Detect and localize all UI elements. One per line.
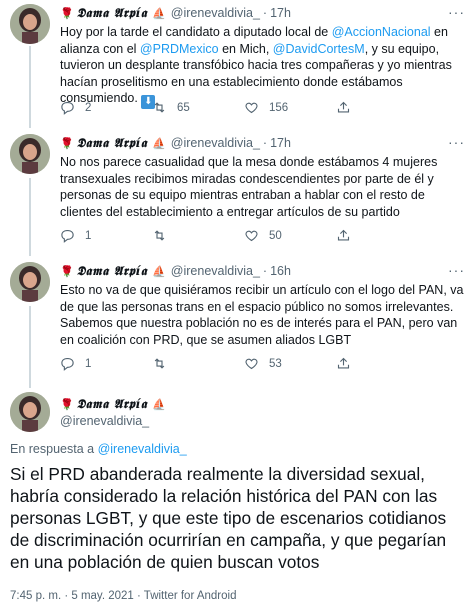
tweet-actions: 2 65 156 [60, 100, 440, 115]
thread-tweet-2[interactable]: 🌹 𝕯𝖆𝖒𝖆 𝕬𝖗𝖕í𝖆 ⛵ @irenevaldivia_ · 17h ···… [0, 134, 475, 258]
tweet-text: No nos parece casualidad que la mesa don… [60, 155, 438, 219]
main-tweet-text: Si el PRD abanderada realmente la divers… [10, 464, 447, 572]
reply-count: 2 [85, 101, 92, 114]
display-name[interactable]: 𝕯𝖆𝖒𝖆 𝕬𝖗𝖕í𝖆 [77, 135, 147, 151]
share-icon [337, 357, 350, 369]
like-button[interactable]: 53 [244, 356, 336, 371]
rose-icon: 🌹 [60, 137, 74, 150]
avatar[interactable] [10, 134, 50, 174]
share-icon [337, 101, 350, 113]
tweet-time[interactable]: 17h [270, 136, 291, 150]
reply-button[interactable]: 2 [60, 100, 152, 115]
like-count: 50 [269, 229, 282, 242]
display-name[interactable]: 𝕯𝖆𝖒𝖆 𝕬𝖗𝖕í𝖆 [77, 263, 147, 279]
reply-icon [61, 357, 74, 371]
like-count: 53 [269, 357, 282, 370]
text-segment: Hoy por la tarde el candidato a diputado… [60, 25, 332, 39]
mention-link[interactable]: @AccionNacional [332, 25, 431, 39]
sailboat-icon: ⛵ [152, 398, 166, 411]
reply-icon [61, 101, 74, 115]
tweet-thread: 🌹 𝕯𝖆𝖒𝖆 𝕬𝖗𝖕í𝖆 ⛵ @irenevaldivia_ · 17h ···… [0, 0, 475, 609]
avatar[interactable] [10, 4, 50, 44]
more-options-icon[interactable]: ··· [448, 134, 465, 150]
rose-icon: 🌹 [60, 265, 74, 278]
like-button[interactable]: 156 [244, 100, 336, 115]
retweet-icon [154, 102, 165, 113]
reply-button[interactable]: 1 [60, 356, 152, 371]
avatar[interactable] [10, 392, 50, 432]
reply-button[interactable]: 1 [60, 228, 152, 243]
display-name[interactable]: 𝕯𝖆𝖒𝖆 𝕬𝖗𝖕í𝖆 [77, 5, 147, 21]
reply-to-mention[interactable]: @irenevaldivia_ [98, 442, 187, 456]
heart-icon [245, 358, 258, 370]
tweet-text: Hoy por la tarde el candidato a diputado… [60, 24, 465, 109]
tweet-time[interactable]: 17h [270, 6, 291, 20]
handle[interactable]: @irenevaldivia_ [60, 414, 171, 428]
main-name-line: 🌹 𝕯𝖆𝖒𝖆 𝕬𝖗𝖕í𝖆 ⛵ [60, 395, 171, 413]
tweet-actions: 1 50 [60, 228, 440, 243]
tweet-actions: 1 53 [60, 356, 440, 371]
reply-to-line: En respuesta a @irenevaldivia_ [10, 442, 187, 456]
tweet-header: 🌹 𝕯𝖆𝖒𝖆 𝕬𝖗𝖕í𝖆 ⛵ @irenevaldivia_ · 16h [60, 262, 465, 280]
separator-dot: · [262, 136, 268, 150]
share-button[interactable] [336, 100, 428, 115]
display-name[interactable]: 𝕯𝖆𝖒𝖆 𝕬𝖗𝖕í𝖆 [77, 396, 147, 412]
retweet-button[interactable] [152, 356, 244, 371]
rose-icon: 🌹 [60, 7, 74, 20]
avatar[interactable] [10, 262, 50, 302]
reply-icon [61, 229, 74, 243]
text-segment: en Mich, [218, 41, 273, 56]
reply-count: 1 [85, 229, 92, 242]
thread-tweet-3[interactable]: 🌹 𝕯𝖆𝖒𝖆 𝕬𝖗𝖕í𝖆 ⛵ @irenevaldivia_ · 16h ···… [0, 262, 475, 386]
reply-count: 1 [85, 357, 92, 370]
tweet-header: 🌹 𝕯𝖆𝖒𝖆 𝕬𝖗𝖕í𝖆 ⛵ @irenevaldivia_ · 17h [60, 134, 465, 152]
separator-dot: · [262, 6, 268, 20]
share-button[interactable] [336, 356, 428, 371]
handle[interactable]: @irenevaldivia_ [171, 136, 260, 150]
retweet-icon [154, 358, 165, 369]
retweet-count: 65 [177, 101, 190, 114]
reply-to-prefix: En respuesta a [10, 442, 98, 456]
tweet-timestamp[interactable]: 7:45 p. m. · 5 may. 2021 · Twitter for A… [10, 590, 237, 602]
main-tweet-header: 🌹 𝕯𝖆𝖒𝖆 𝕬𝖗𝖕í𝖆 ⛵ @irenevaldivia_ [0, 392, 475, 442]
handle[interactable]: @irenevaldivia_ [171, 264, 260, 278]
tweet-header: 🌹 𝕯𝖆𝖒𝖆 𝕬𝖗𝖕í𝖆 ⛵ @irenevaldivia_ · 17h [60, 4, 465, 22]
heart-icon [245, 230, 258, 242]
more-options-icon[interactable]: ··· [448, 262, 465, 278]
sailboat-icon: ⛵ [152, 7, 166, 20]
sailboat-icon: ⛵ [152, 137, 166, 150]
share-button[interactable] [336, 228, 428, 243]
like-button[interactable]: 50 [244, 228, 336, 243]
tweet-time[interactable]: 16h [270, 264, 291, 278]
retweet-icon [154, 230, 165, 241]
sailboat-icon: ⛵ [152, 265, 166, 278]
mention-link[interactable]: @PRDMexico [140, 42, 219, 56]
rose-icon: 🌹 [60, 398, 74, 411]
like-count: 156 [269, 101, 289, 114]
handle[interactable]: @irenevaldivia_ [171, 6, 260, 20]
retweet-button[interactable]: 65 [152, 100, 244, 115]
more-options-icon[interactable]: ··· [448, 4, 465, 20]
mention-link[interactable]: @DavidCortesM [273, 42, 365, 56]
thread-tweet-1[interactable]: 🌹 𝕯𝖆𝖒𝖆 𝕬𝖗𝖕í𝖆 ⛵ @irenevaldivia_ · 17h ···… [0, 4, 475, 132]
heart-icon [245, 102, 258, 114]
separator-dot: · [262, 264, 268, 278]
tweet-text: Esto no va de que quisiéramos recibir un… [60, 283, 464, 347]
retweet-button[interactable] [152, 228, 244, 243]
share-icon [337, 229, 350, 241]
